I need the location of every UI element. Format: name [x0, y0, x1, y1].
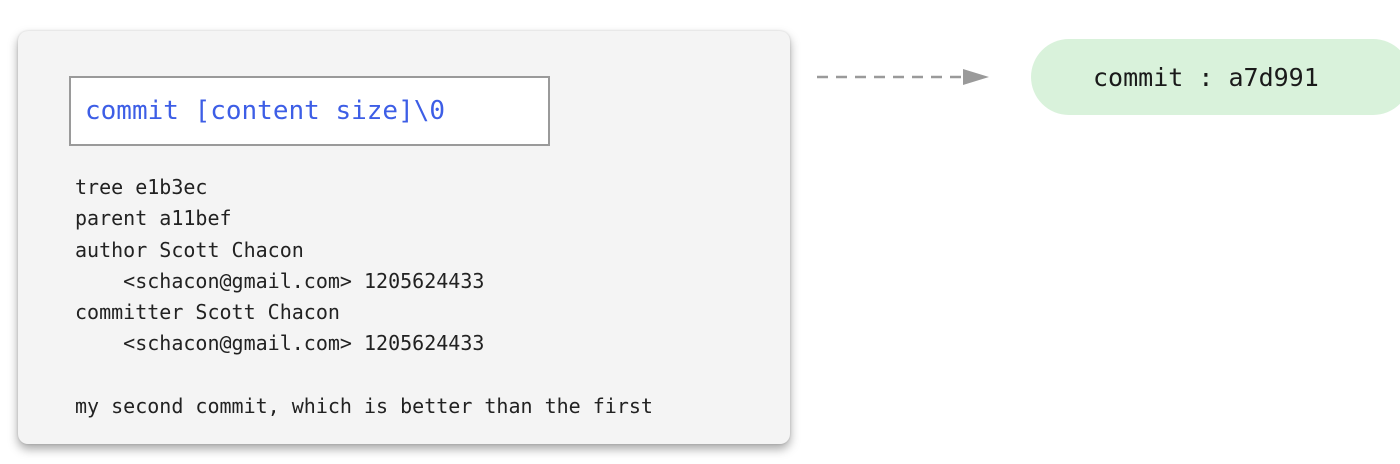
diagram: commit [content size]\0 tree e1b3ec pare… — [0, 0, 1400, 464]
content-line — [75, 360, 653, 391]
content-line: committer Scott Chacon — [75, 300, 340, 325]
object-header: commit [content size]\0 — [85, 96, 446, 126]
commit-object-card: commit [content size]\0 tree e1b3ec pare… — [18, 31, 790, 444]
object-header-box: commit [content size]\0 — [69, 76, 550, 146]
content-line: my second commit, which is better than t… — [75, 394, 653, 419]
commit-content: tree e1b3ec parent a11bef author Scott C… — [75, 172, 653, 422]
commit-hash-label: commit : a7d991 — [1093, 62, 1319, 92]
content-line: <schacon@gmail.com> 1205624433 — [75, 268, 485, 293]
commit-hash-node: commit : a7d991 — [1031, 39, 1400, 115]
content-line: parent a11bef — [75, 206, 232, 231]
content-line: author Scott Chacon — [75, 237, 304, 262]
content-line: <schacon@gmail.com> 1205624433 — [75, 331, 485, 356]
content-line: tree e1b3ec — [75, 175, 208, 199]
dashed-arrow-icon — [817, 69, 989, 85]
